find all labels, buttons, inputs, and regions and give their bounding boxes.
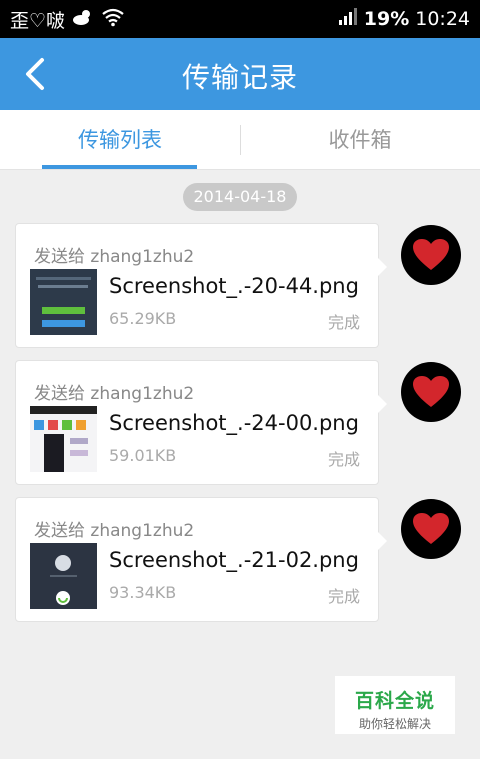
transfer-status: 完成 — [327, 587, 360, 606]
file-thumbnail[interactable] — [30, 406, 97, 472]
record-sender: 发送给 zhang1zhu2 — [34, 521, 195, 541]
watermark-subtitle: 助你轻松解决 — [358, 717, 431, 731]
file-size: 59.01KB — [109, 446, 177, 465]
tab-bar: 传输列表 收件箱 — [0, 110, 480, 170]
file-size: 93.34KB — [109, 583, 177, 602]
battery-text: 19% — [363, 7, 410, 30]
transfer-record: 发送给 zhang1zhu2 Screenshot_.-20-44.png 65… — [15, 223, 479, 348]
heart-icon — [413, 239, 449, 270]
transfer-record: 发送给 zhang1zhu2 Screenshot_.-24-00.png 59… — [15, 360, 479, 485]
file-name: Screenshot_.-20-44.png — [109, 274, 359, 298]
watermark-title: 百科全说 — [354, 690, 435, 712]
wifi-icon — [101, 7, 125, 32]
tab-transfer-list[interactable]: 传输列表 — [0, 110, 240, 170]
heart-icon — [413, 513, 449, 544]
file-thumbnail[interactable] — [30, 543, 97, 609]
record-sender: 发送给 zhang1zhu2 — [34, 384, 195, 404]
record-bubble[interactable]: 发送给 zhang1zhu2 Screenshot_.-21-02.png 93… — [15, 497, 387, 622]
active-tab-indicator — [42, 165, 197, 169]
tab-inbox[interactable]: 收件箱 — [240, 110, 480, 170]
avatar[interactable] — [401, 362, 461, 422]
status-left: 歪♡啵 — [10, 6, 125, 33]
record-bubble[interactable]: 发送给 zhang1zhu2 Screenshot_.-24-00.png 59… — [15, 360, 387, 485]
cloud-sun-icon — [71, 7, 95, 32]
file-thumbnail[interactable] — [30, 269, 97, 335]
date-badge: 2014-04-18 — [183, 183, 297, 211]
avatar[interactable] — [401, 225, 461, 285]
status-bar: 歪♡啵 19% 10:24 — [0, 0, 480, 38]
record-sender: 发送给 zhang1zhu2 — [34, 247, 195, 267]
signal-bars-icon — [338, 6, 358, 31]
file-name: Screenshot_.-21-02.png — [109, 548, 359, 572]
file-size: 65.29KB — [109, 309, 177, 328]
avatar[interactable] — [401, 499, 461, 559]
page-title: 传输记录 — [181, 61, 298, 94]
watermark-logo: 百科全说 助你轻松解决 — [335, 676, 455, 734]
heart-icon — [413, 376, 449, 407]
file-name: Screenshot_.-24-00.png — [109, 411, 359, 435]
status-left-text: 歪♡啵 — [10, 10, 66, 32]
record-bubble[interactable]: 发送给 zhang1zhu2 Screenshot_.-20-44.png 65… — [15, 223, 387, 348]
transfer-record: 发送给 zhang1zhu2 Screenshot_.-21-02.png 93… — [15, 497, 479, 622]
title-bar: 传输记录 — [0, 38, 480, 110]
transfer-status: 完成 — [327, 313, 360, 332]
clock: 10:24 — [415, 7, 470, 30]
transfer-status: 完成 — [327, 450, 360, 469]
status-right: 19% 10:24 — [338, 6, 470, 31]
